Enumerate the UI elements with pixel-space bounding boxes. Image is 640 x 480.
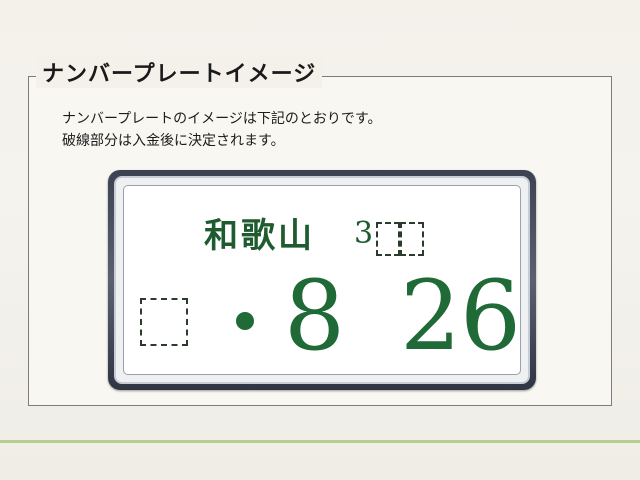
plate-class-prefix: 3 [354, 216, 374, 251]
intro-line-2: 破線部分は入金後に決定されます。 [62, 133, 285, 149]
plate-digit-2: 2 [400, 260, 462, 372]
plate-face: 和歌山 3 8 2 6 [123, 185, 521, 375]
undetermined-hiragana-box [140, 298, 188, 346]
intro-text: ナンバープレートのイメージは下記のとおりです。 破線部分は入金後に決定されます。 [62, 108, 381, 152]
plate-digit-3: 6 [460, 260, 522, 372]
footer-divider [0, 440, 640, 443]
undetermined-class-box-2 [400, 222, 424, 256]
plate-digit-1: 8 [284, 260, 346, 372]
plate-region: 和歌山 [204, 216, 315, 256]
plate-dot [236, 312, 254, 330]
intro-line-1: ナンバープレートのイメージは下記のとおりです。 [62, 111, 382, 127]
undetermined-class-box-1 [376, 222, 400, 256]
screen: ナンバープレートイメージ ナンバープレートのイメージは下記のとおりです。 破線部… [0, 0, 640, 480]
panel-legend: ナンバープレートイメージ [36, 56, 323, 88]
license-plate: 和歌山 3 8 2 6 [108, 170, 536, 390]
plate-frame: 和歌山 3 8 2 6 [114, 176, 530, 384]
